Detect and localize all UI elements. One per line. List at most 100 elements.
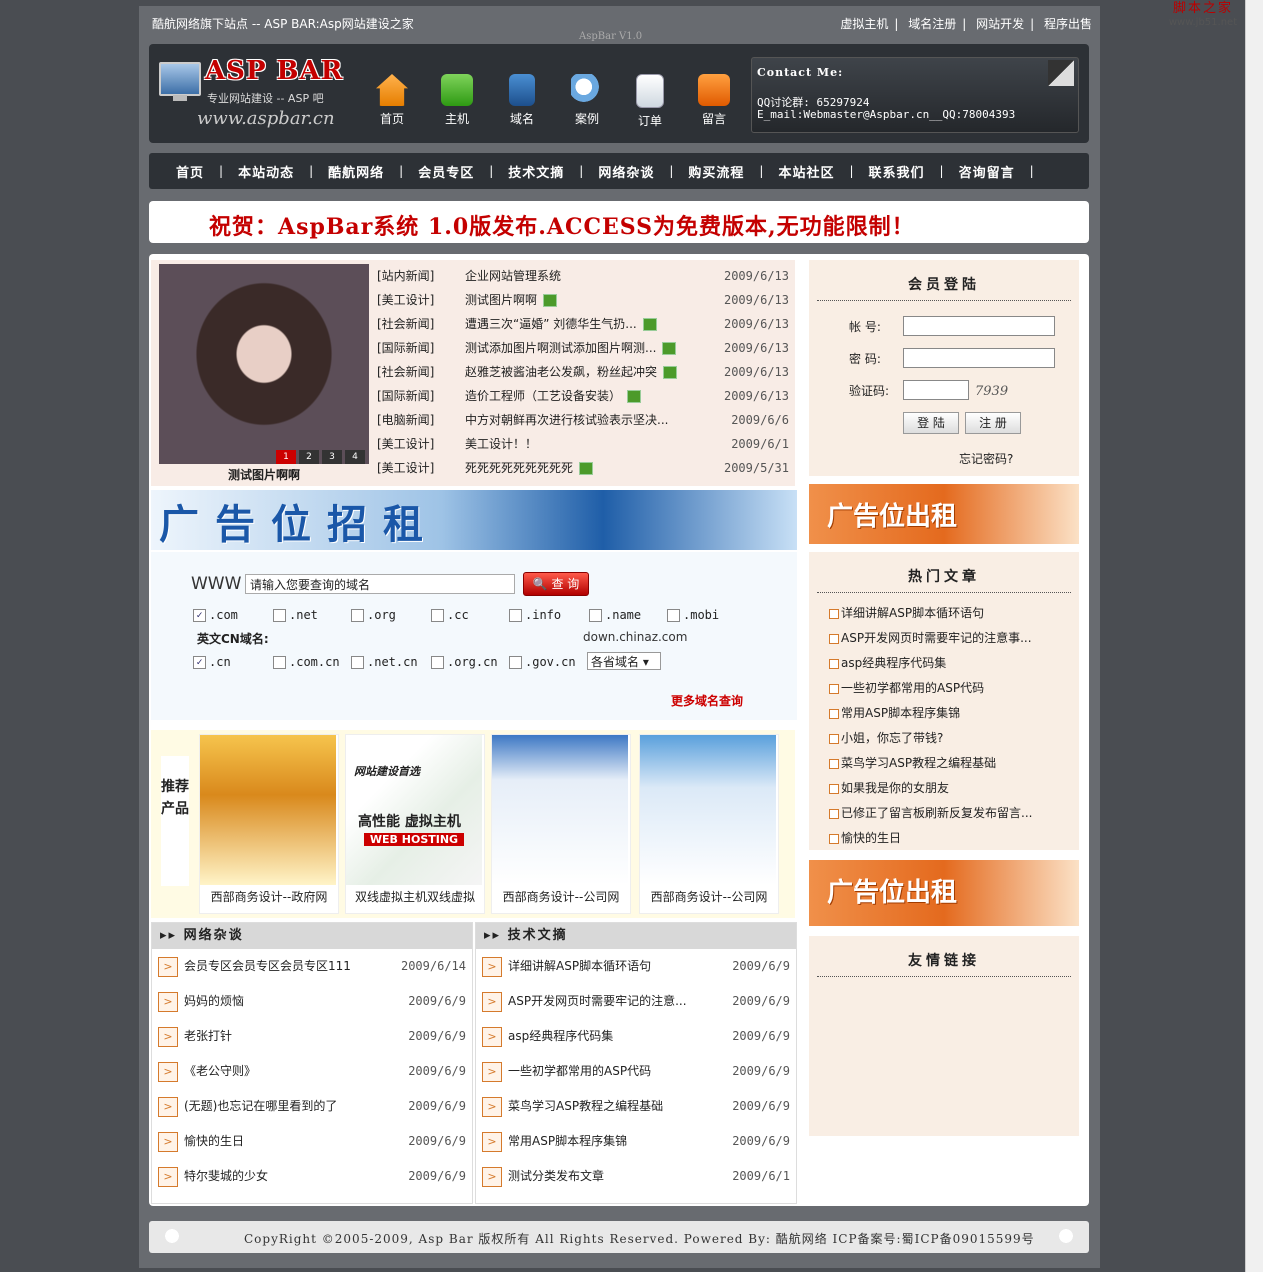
list-item-title[interactable]: asp经典程序代码集 bbox=[508, 1019, 613, 1054]
tld-checkbox-com[interactable]: ✓ .com bbox=[193, 608, 238, 622]
product-name[interactable]: 西部商务设计--公司网 bbox=[640, 885, 778, 909]
side-ad-top[interactable]: 广告位出租 bbox=[809, 484, 1079, 544]
tld-checkbox-name[interactable]: .name bbox=[589, 608, 641, 622]
top-link-domain[interactable]: 域名注册 bbox=[908, 17, 956, 31]
news-title[interactable]: 测试图片啊啊 bbox=[465, 293, 537, 307]
talk-column-title[interactable]: 网络杂谈 bbox=[184, 928, 244, 943]
product-card[interactable]: 西部商务设计--政府网 bbox=[199, 734, 339, 914]
province-domain-select[interactable]: 各省域名 ▾ bbox=[587, 652, 661, 670]
product-thumbnail[interactable] bbox=[492, 735, 628, 885]
news-title[interactable]: 测试添加图片啊测试添加图片啊测... bbox=[465, 341, 656, 355]
more-domain-link[interactable]: 更多域名查询 bbox=[671, 692, 743, 709]
product-card[interactable]: 西部商务设计--公司网 bbox=[639, 734, 779, 914]
news-category[interactable]: [社会新闻] bbox=[377, 312, 434, 336]
hot-item[interactable]: 详细讲解ASP脚本循环语句 bbox=[809, 601, 1079, 626]
news-title[interactable]: 遭遇三次“逼婚” 刘德华生气扔... bbox=[465, 317, 637, 331]
tld-checkbox-org[interactable]: .org bbox=[351, 608, 396, 622]
nav-item-home[interactable]: 首页 bbox=[161, 162, 219, 181]
nav-item-contact[interactable]: 联系我们 bbox=[854, 162, 940, 181]
tld-checkbox-gov-cn[interactable]: .gov.cn bbox=[509, 655, 576, 669]
header-nav-message[interactable]: 留言 bbox=[689, 74, 739, 127]
nav-item-talk[interactable]: 网络杂谈 bbox=[583, 162, 669, 181]
product-thumbnail[interactable] bbox=[640, 735, 776, 885]
tld-checkbox-cc[interactable]: .cc bbox=[431, 608, 469, 622]
list-item-title[interactable]: 详细讲解ASP脚本循环语句 bbox=[508, 949, 651, 984]
news-title[interactable]: 美工设计！！ bbox=[465, 437, 537, 451]
slide-page[interactable]: 1 bbox=[276, 450, 296, 464]
hot-item[interactable]: ASP开发网页时需要牢记的注意事... bbox=[809, 626, 1079, 651]
list-item-title[interactable]: (无题)也忘记在哪里看到的了 bbox=[184, 1089, 337, 1124]
slideshow-caption[interactable]: 测试图片啊啊 bbox=[159, 466, 369, 483]
hot-item[interactable]: 菜鸟学习ASP教程之编程基础 bbox=[809, 751, 1079, 776]
register-button[interactable]: 注 册 bbox=[965, 412, 1021, 434]
news-title[interactable]: 赵雅芝被酱油老公发飙，粉丝起冲突 bbox=[465, 365, 657, 379]
news-title[interactable]: 企业网站管理系统 bbox=[465, 269, 561, 283]
news-title[interactable]: 中方对朝鲜再次进行核试验表示坚决... bbox=[465, 413, 668, 427]
account-field[interactable] bbox=[903, 316, 1055, 336]
ad-banner[interactable]: 广告位招租 bbox=[151, 490, 797, 550]
slide-page[interactable]: 3 bbox=[322, 450, 342, 464]
slide-page[interactable]: 4 bbox=[345, 450, 365, 464]
list-item-title[interactable]: 一些初学都常用的ASP代码 bbox=[508, 1054, 651, 1089]
news-title[interactable]: 死死死死死死死死死 bbox=[465, 461, 573, 475]
hot-item[interactable]: asp经典程序代码集 bbox=[809, 651, 1079, 676]
list-item-title[interactable]: 特尔斐城的少女 bbox=[184, 1159, 268, 1194]
nav-item-purchase[interactable]: 购买流程 bbox=[673, 162, 759, 181]
tld-checkbox-info[interactable]: .info bbox=[509, 608, 561, 622]
product-name[interactable]: 西部商务设计--公司网 bbox=[492, 885, 630, 909]
nav-item-members[interactable]: 会员专区 bbox=[403, 162, 489, 181]
top-link-hosting[interactable]: 虚拟主机 bbox=[840, 17, 888, 31]
login-button[interactable]: 登 陆 bbox=[903, 412, 959, 434]
list-item-title[interactable]: 妈妈的烦恼 bbox=[184, 984, 244, 1019]
nav-item-tech[interactable]: 技术文摘 bbox=[493, 162, 579, 181]
hot-item[interactable]: 常用ASP脚本程序集锦 bbox=[809, 701, 1079, 726]
header-nav-order[interactable]: 订单 bbox=[625, 74, 675, 129]
list-item-title[interactable]: 愉快的生日 bbox=[184, 1124, 244, 1159]
product-thumbnail[interactable]: 网站建设首选 高性能 虚拟主机 WEB HOSTING bbox=[346, 735, 482, 885]
header-nav-home[interactable]: 首页 bbox=[367, 74, 417, 127]
list-item-title[interactable]: 菜鸟学习ASP教程之编程基础 bbox=[508, 1089, 663, 1124]
product-card[interactable]: 网站建设首选 高性能 虚拟主机 WEB HOSTING 双线虚拟主机双线虚拟 bbox=[345, 734, 485, 914]
forget-password-link[interactable]: 忘记密码? bbox=[959, 450, 1013, 467]
header-nav-host[interactable]: 主机 bbox=[432, 74, 482, 127]
product-name[interactable]: 双线虚拟主机双线虚拟 bbox=[346, 885, 484, 909]
hot-item[interactable]: 一些初学都常用的ASP代码 bbox=[809, 676, 1079, 701]
news-category[interactable]: [美工设计] bbox=[377, 432, 434, 456]
password-field[interactable] bbox=[903, 348, 1055, 368]
news-category[interactable]: [国际新闻] bbox=[377, 384, 434, 408]
news-category[interactable]: [美工设计] bbox=[377, 456, 434, 480]
tld-checkbox-net-cn[interactable]: .net.cn bbox=[351, 655, 418, 669]
tld-checkbox-org-cn[interactable]: .org.cn bbox=[431, 655, 498, 669]
list-item-title[interactable]: 《老公守则》 bbox=[184, 1054, 256, 1089]
news-category[interactable]: [站内新闻] bbox=[377, 264, 434, 288]
list-item-title[interactable]: ASP开发网页时需要牢记的注意... bbox=[508, 984, 687, 1019]
nav-item-community[interactable]: 本站社区 bbox=[763, 162, 849, 181]
header-nav-case[interactable]: 案例 bbox=[562, 74, 612, 127]
side-ad-bottom[interactable]: 广告位出租 bbox=[809, 860, 1079, 926]
tld-checkbox-com-cn[interactable]: .com.cn bbox=[273, 655, 340, 669]
site-logo[interactable]: ASP BAR 专业网站建设 -- ASP 吧 www.aspbar.cn bbox=[159, 56, 344, 134]
hot-item[interactable]: 已修正了留言板刷新反复发布留言... bbox=[809, 801, 1079, 826]
tech-column-title[interactable]: 技术文摘 bbox=[508, 928, 568, 943]
nav-item-kuhang[interactable]: 酷航网络 bbox=[313, 162, 399, 181]
slideshow-image[interactable] bbox=[159, 264, 369, 464]
list-item-title[interactable]: 会员专区会员专区会员专区111 bbox=[184, 949, 351, 984]
hot-item[interactable]: 小姐，你忘了带钱? bbox=[809, 726, 1079, 751]
tld-checkbox-net[interactable]: .net bbox=[273, 608, 318, 622]
product-card[interactable]: 西部商务设计--公司网 bbox=[491, 734, 631, 914]
news-category[interactable]: [社会新闻] bbox=[377, 360, 434, 384]
list-item-title[interactable]: 测试分类发布文章 bbox=[508, 1159, 604, 1194]
news-category[interactable]: [电脑新闻] bbox=[377, 408, 434, 432]
top-link-webdev[interactable]: 网站开发 bbox=[976, 17, 1024, 31]
header-nav-domain[interactable]: 域名 bbox=[497, 74, 547, 127]
product-thumbnail[interactable] bbox=[200, 735, 336, 885]
list-item-title[interactable]: 常用ASP脚本程序集锦 bbox=[508, 1124, 627, 1159]
window-scrollbar[interactable] bbox=[1245, 0, 1263, 1272]
list-item-title[interactable]: 老张打针 bbox=[184, 1019, 232, 1054]
product-name[interactable]: 西部商务设计--政府网 bbox=[200, 885, 338, 909]
nav-item-consult[interactable]: 咨询留言 bbox=[944, 162, 1030, 181]
tld-checkbox-mobi[interactable]: .mobi bbox=[667, 608, 719, 622]
news-category[interactable]: [美工设计] bbox=[377, 288, 434, 312]
hot-item[interactable]: 如果我是你的女朋友 bbox=[809, 776, 1079, 801]
hot-item[interactable]: 愉快的生日 bbox=[809, 826, 1079, 851]
